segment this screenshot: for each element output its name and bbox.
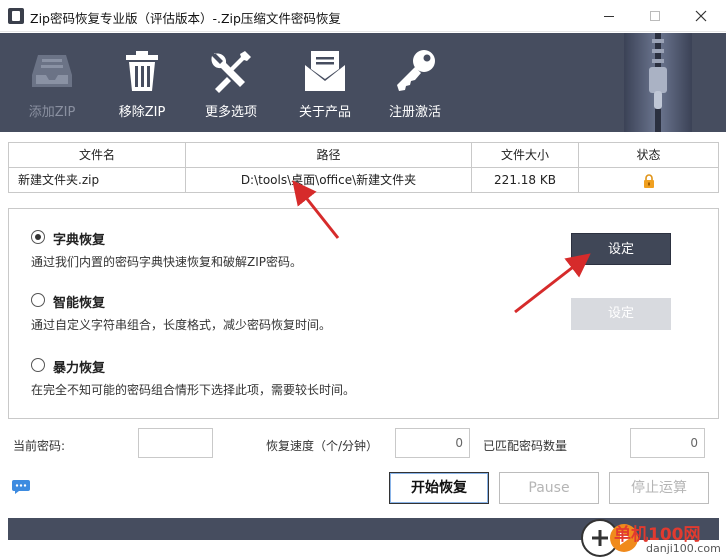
remove-zip-button[interactable]: 移除ZIP [112, 33, 172, 132]
table-row[interactable]: 新建文件夹.zip D:\tools\桌面\office\新建文件夹 221.1… [9, 168, 718, 193]
file-table: 文件名 路径 文件大小 状态 新建文件夹.zip D:\tools\桌面\off… [8, 142, 719, 193]
stop-button[interactable]: 停止运算 [609, 472, 709, 504]
wrench-screwdriver-icon [211, 51, 251, 93]
current-password-label: 当前密码: [13, 439, 66, 453]
mode-smart-desc: 通过自定义字符串组合，长度格式，减少密码恢复时间。 [31, 318, 332, 332]
table-header: 文件名 路径 文件大小 状态 [9, 143, 718, 168]
remove-zip-label: 移除ZIP [118, 105, 166, 120]
column-filename[interactable]: 文件名 [9, 143, 186, 168]
column-path[interactable]: 路径 [186, 143, 472, 168]
dictionary-settings-button[interactable]: 设定 [571, 233, 671, 265]
matched-count-label: 已匹配密码数量 [483, 439, 568, 453]
mode-brute-force-desc: 在完全不知可能的密码组合情形下选择此项，需要较长时间。 [31, 383, 356, 397]
envelope-icon [305, 51, 345, 91]
cell-filename: 新建文件夹.zip [9, 168, 186, 193]
smart-settings-button[interactable]: 设定 [571, 298, 671, 330]
register-button[interactable]: 注册激活 [384, 33, 446, 132]
maximize-button[interactable] [632, 0, 678, 32]
toolbar: 添加ZIP 移除ZIP 更多选项 关于产品 注册激活 [0, 33, 726, 132]
trash-icon [126, 51, 158, 91]
watermark-url: danji100.com [646, 542, 721, 555]
radio-smart[interactable] [31, 293, 45, 307]
pause-button[interactable]: Pause [499, 472, 599, 504]
add-zip-button[interactable]: 添加ZIP [22, 33, 82, 132]
window-title: Zip密码恢复专业版（评估版本）-.Zip压缩文件密码恢复 [30, 11, 341, 26]
recovery-mode-panel: 字典恢复 通过我们内置的密码字典快速恢复和破解ZIP密码。 智能恢复 通过自定义… [8, 208, 719, 419]
lock-icon [643, 174, 654, 188]
close-icon [695, 10, 707, 22]
column-size[interactable]: 文件大小 [472, 143, 579, 168]
column-status[interactable]: 状态 [579, 143, 718, 168]
close-button[interactable] [678, 0, 724, 32]
about-label: 关于产品 [298, 105, 351, 120]
more-options-label: 更多选项 [204, 105, 257, 120]
add-zip-label: 添加ZIP [28, 105, 76, 120]
current-password-field [138, 428, 213, 458]
title-bar: Zip密码恢复专业版（评估版本）-.Zip压缩文件密码恢复 [0, 0, 726, 32]
chat-icon[interactable] [12, 480, 30, 494]
key-icon [397, 50, 435, 91]
maximize-icon [650, 11, 660, 21]
app-icon [8, 8, 24, 24]
minimize-button[interactable] [586, 0, 632, 32]
radio-dictionary[interactable] [31, 230, 45, 244]
cell-size: 221.18 KB [472, 168, 579, 193]
start-recovery-button[interactable]: 开始恢复 [389, 472, 489, 504]
mode-brute-force-title: 暴力恢复 [53, 361, 106, 376]
radio-brute-force[interactable] [31, 358, 45, 372]
matched-count-field: 0 [630, 428, 705, 458]
speed-label: 恢复速度（个/分钟） [266, 439, 379, 453]
more-options-button[interactable]: 更多选项 [200, 33, 262, 132]
cell-path: D:\tools\桌面\office\新建文件夹 [186, 168, 472, 193]
about-button[interactable]: 关于产品 [294, 33, 356, 132]
mode-smart-title: 智能恢复 [53, 296, 106, 311]
cell-status [579, 168, 718, 193]
inbox-tray-icon [32, 55, 72, 87]
zip-logo [624, 33, 692, 132]
speed-field: 0 [395, 428, 470, 458]
minimize-icon [604, 15, 614, 17]
register-label: 注册激活 [388, 105, 441, 120]
mode-dictionary-title: 字典恢复 [53, 233, 106, 248]
mode-dictionary-desc: 通过我们内置的密码字典快速恢复和破解ZIP密码。 [31, 255, 302, 269]
